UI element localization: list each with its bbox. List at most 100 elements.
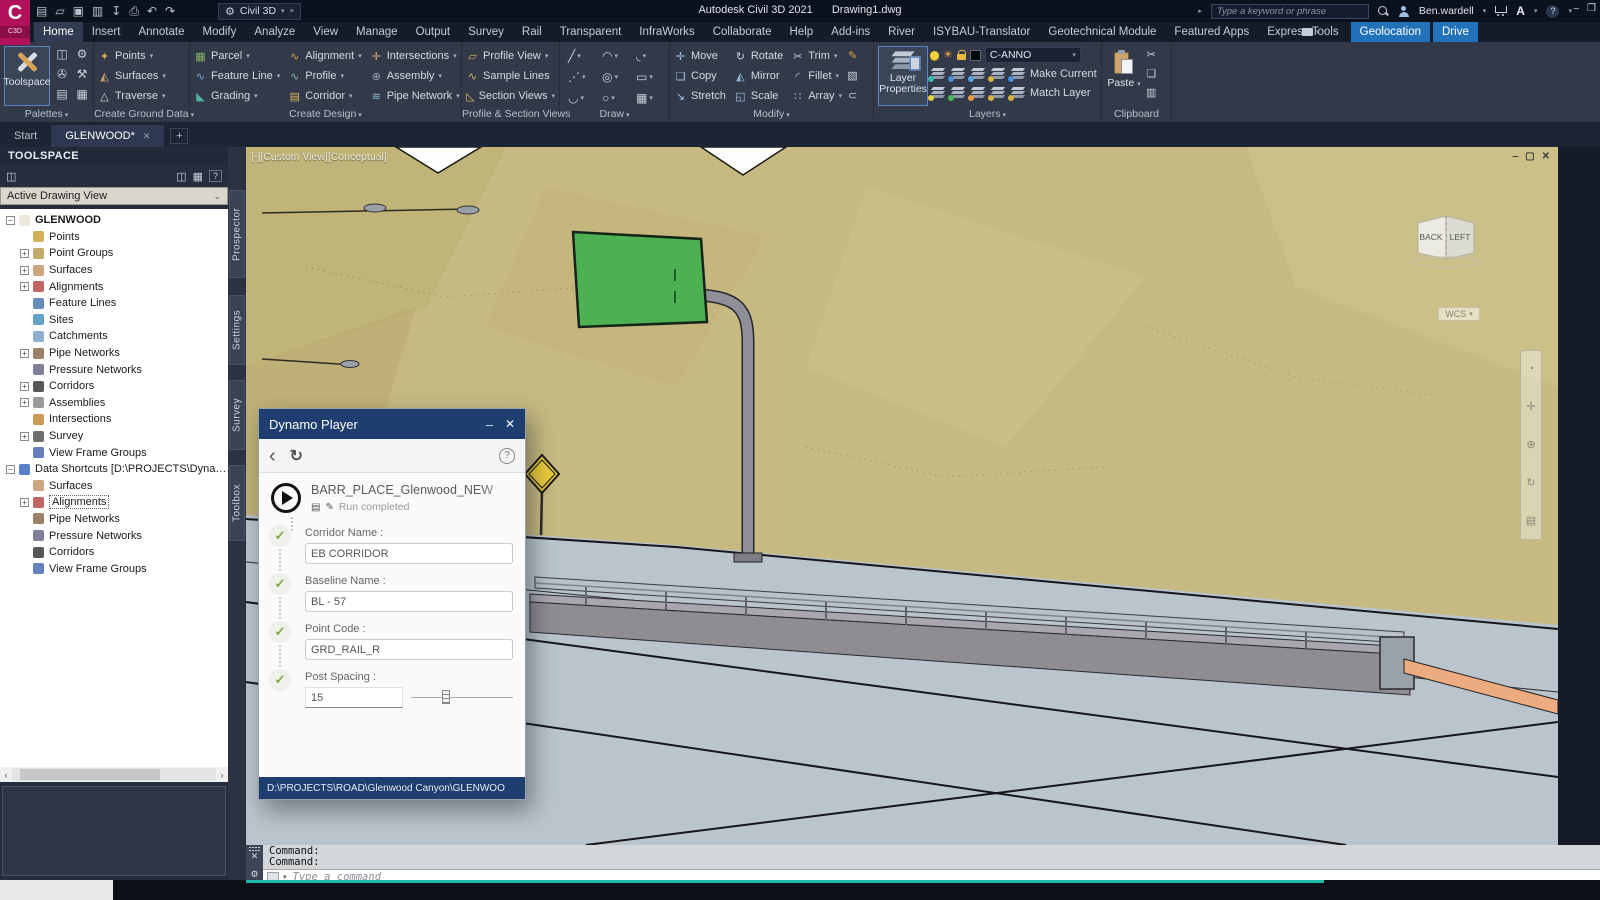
layers-panel-label[interactable]: Layers▾ bbox=[874, 107, 1101, 122]
tree-item-alignments[interactable]: +Alignments bbox=[0, 494, 228, 511]
expand-icon[interactable]: + bbox=[20, 249, 29, 258]
ribbon-tab-manage[interactable]: Manage bbox=[347, 22, 407, 42]
slider-track[interactable] bbox=[411, 697, 513, 698]
tree-item-feature-lines[interactable]: Feature Lines bbox=[0, 295, 228, 312]
draw-panel-label[interactable]: Draw▾ bbox=[560, 107, 669, 122]
wcs-selector[interactable]: WCS ▾ bbox=[1438, 307, 1480, 321]
zoom-icon[interactable]: ⊕ bbox=[1526, 438, 1535, 451]
make-current-button[interactable]: Make Current bbox=[1010, 64, 1097, 84]
pencil-edit-icon[interactable]: ✎ bbox=[846, 46, 859, 66]
ribbon-tab-featured-apps[interactable]: Featured Apps bbox=[1165, 22, 1258, 42]
survey-toolspace-icon[interactable]: ✇ bbox=[52, 67, 72, 87]
scroll-left-icon[interactable]: ‹ bbox=[0, 770, 12, 780]
active-drawing-view-select[interactable]: Active Drawing View ⌄ bbox=[0, 187, 228, 205]
palettes-panel-label[interactable]: Palettes▾ bbox=[0, 107, 93, 122]
search-expand-icon[interactable]: ▸ bbox=[1198, 7, 1202, 15]
cart-icon[interactable] bbox=[1495, 6, 1507, 16]
layer-unlock-icon[interactable] bbox=[990, 87, 1006, 99]
close-tab-icon[interactable]: ✕ bbox=[143, 125, 151, 147]
collapse-icon[interactable]: − bbox=[6, 216, 15, 225]
expand-icon[interactable]: + bbox=[20, 432, 29, 441]
drag-handle-icon[interactable] bbox=[249, 847, 251, 848]
ribbon-tab-collaborate[interactable]: Collaborate bbox=[704, 22, 781, 42]
orbit-icon[interactable]: ↻ bbox=[1526, 476, 1535, 489]
mirror-button[interactable]: ◭Mirror bbox=[730, 66, 787, 86]
tree-item-corridors[interactable]: +Corridors bbox=[0, 378, 228, 395]
section-views-button[interactable]: ◺Section Views▾ bbox=[462, 86, 559, 106]
viewcube[interactable]: BACK LEFT bbox=[1410, 209, 1484, 274]
expand-icon[interactable]: + bbox=[20, 282, 29, 291]
ribbon-tab-analyze[interactable]: Analyze bbox=[245, 22, 304, 42]
profile-button[interactable]: ∿Profile▾ bbox=[284, 66, 365, 86]
ribbon-tab-survey[interactable]: Survey bbox=[459, 22, 513, 42]
showmotion-icon[interactable]: ▤ bbox=[1526, 514, 1536, 527]
layer-thaw-all-icon[interactable] bbox=[970, 87, 986, 99]
search-input[interactable] bbox=[1211, 4, 1369, 19]
toolbox-palette-icon[interactable]: ⚒ bbox=[72, 67, 92, 87]
run-script-button[interactable] bbox=[271, 483, 301, 513]
slider-handle[interactable] bbox=[442, 690, 450, 704]
make-current-icon[interactable] bbox=[1010, 68, 1026, 80]
back-icon[interactable]: ‹ bbox=[269, 446, 276, 466]
point-code-input[interactable] bbox=[305, 639, 513, 660]
dynamo-minimize-button[interactable]: – bbox=[486, 417, 493, 432]
psv-panel-label[interactable]: Profile & Section Views bbox=[462, 107, 559, 122]
toolspace-tab-prospector[interactable]: Prospector bbox=[229, 190, 245, 278]
ribbon-tab-modify[interactable]: Modify bbox=[194, 22, 246, 42]
full-navigation-wheel-icon[interactable]: ◔ bbox=[1528, 363, 1535, 375]
array-button[interactable]: ∷Array▾ bbox=[787, 86, 846, 106]
toolspace-tab-settings[interactable]: Settings bbox=[229, 295, 245, 365]
spline-button[interactable]: ◡▾ bbox=[564, 87, 598, 108]
expand-icon[interactable]: + bbox=[20, 266, 29, 275]
profile-view-button[interactable]: ▱Profile View▾ bbox=[462, 46, 559, 66]
tree-item-intersections[interactable]: Intersections bbox=[0, 411, 228, 428]
plot-icon[interactable]: ⎙ bbox=[129, 0, 139, 22]
explode-box-icon[interactable]: ▧ bbox=[846, 66, 859, 86]
ribbon-tab-transparent[interactable]: Transparent bbox=[551, 22, 631, 42]
sample-lines-button[interactable]: ∿Sample Lines bbox=[462, 66, 559, 86]
layer-lock-icon[interactable] bbox=[957, 50, 966, 60]
alignment-button[interactable]: ∿Alignment▾ bbox=[284, 46, 365, 66]
vp-close-button[interactable]: ✕ bbox=[1542, 151, 1550, 162]
toolspace-hscrollbar[interactable]: ‹ › bbox=[0, 767, 228, 782]
close-command-icon[interactable]: ✕ bbox=[251, 851, 259, 862]
paste-special-icon[interactable]: ▥ bbox=[1146, 86, 1156, 99]
app-menu-chevron-icon[interactable]: ▾ bbox=[1534, 7, 1538, 15]
dynamo-help-icon[interactable]: ? bbox=[499, 448, 515, 464]
toolspace-help-icon[interactable]: ? bbox=[209, 170, 222, 182]
hatch-button[interactable]: ▦▾ bbox=[632, 87, 666, 108]
layer-select-dropdown[interactable]: C-ANNO▾ bbox=[985, 47, 1081, 63]
ribbon-tab-help[interactable]: Help bbox=[781, 22, 823, 42]
item-view-icon[interactable]: ◫ bbox=[176, 170, 186, 183]
ribbon-tab-river[interactable]: River bbox=[879, 22, 924, 42]
layer-thaw-icon[interactable]: ☀ bbox=[943, 50, 953, 60]
layer-properties-button[interactable]: Layer Properties bbox=[878, 46, 928, 106]
ribbon-tab-annotate[interactable]: Annotate bbox=[129, 22, 193, 42]
ribbon-tab-isybau-translator[interactable]: ISYBAU-Translator bbox=[924, 22, 1039, 42]
ribbon-tab-insert[interactable]: Insert bbox=[83, 22, 130, 42]
ribbon-tab-view[interactable]: View bbox=[304, 22, 347, 42]
ground-panel-label[interactable]: Create Ground Data▾ bbox=[94, 107, 189, 122]
copy-button[interactable]: ❏Copy bbox=[670, 66, 730, 86]
undo-icon[interactable]: ↶ bbox=[147, 0, 157, 22]
polyline-button[interactable]: ◟▾ bbox=[632, 45, 666, 66]
help-icon[interactable]: ? bbox=[1546, 5, 1559, 18]
surfaces-button[interactable]: ◭Surfaces▾ bbox=[94, 66, 189, 86]
workspace-switcher[interactable]: ⚙ Civil 3D ▾ ≡ bbox=[218, 0, 301, 22]
customize-command-icon[interactable]: ⚙ bbox=[250, 869, 258, 880]
move-button[interactable]: ✛Move bbox=[670, 46, 730, 66]
expand-icon[interactable]: + bbox=[20, 382, 29, 391]
post-spacing-input[interactable] bbox=[305, 687, 403, 708]
expand-icon[interactable]: + bbox=[20, 498, 29, 507]
copy-clip-icon[interactable]: ❏ bbox=[1146, 67, 1156, 80]
dynamo-close-button[interactable]: ✕ bbox=[505, 417, 515, 431]
vp-restore-button[interactable]: ▢ bbox=[1525, 151, 1534, 162]
open-folder-icon[interactable]: ▱ bbox=[55, 0, 64, 22]
sheet-set-manager-icon[interactable]: ▤ bbox=[52, 87, 72, 107]
vp-minimize-button[interactable]: ‒ bbox=[1513, 151, 1519, 162]
edit-script-icon[interactable]: ✎ bbox=[325, 502, 333, 513]
corridor-button[interactable]: ▤Corridor▾ bbox=[284, 86, 365, 106]
ribbon-tab-add-ins[interactable]: Add-ins bbox=[822, 22, 879, 42]
tree-item-surfaces[interactable]: +Surfaces bbox=[0, 262, 228, 279]
layer-color-swatch[interactable] bbox=[970, 50, 981, 61]
